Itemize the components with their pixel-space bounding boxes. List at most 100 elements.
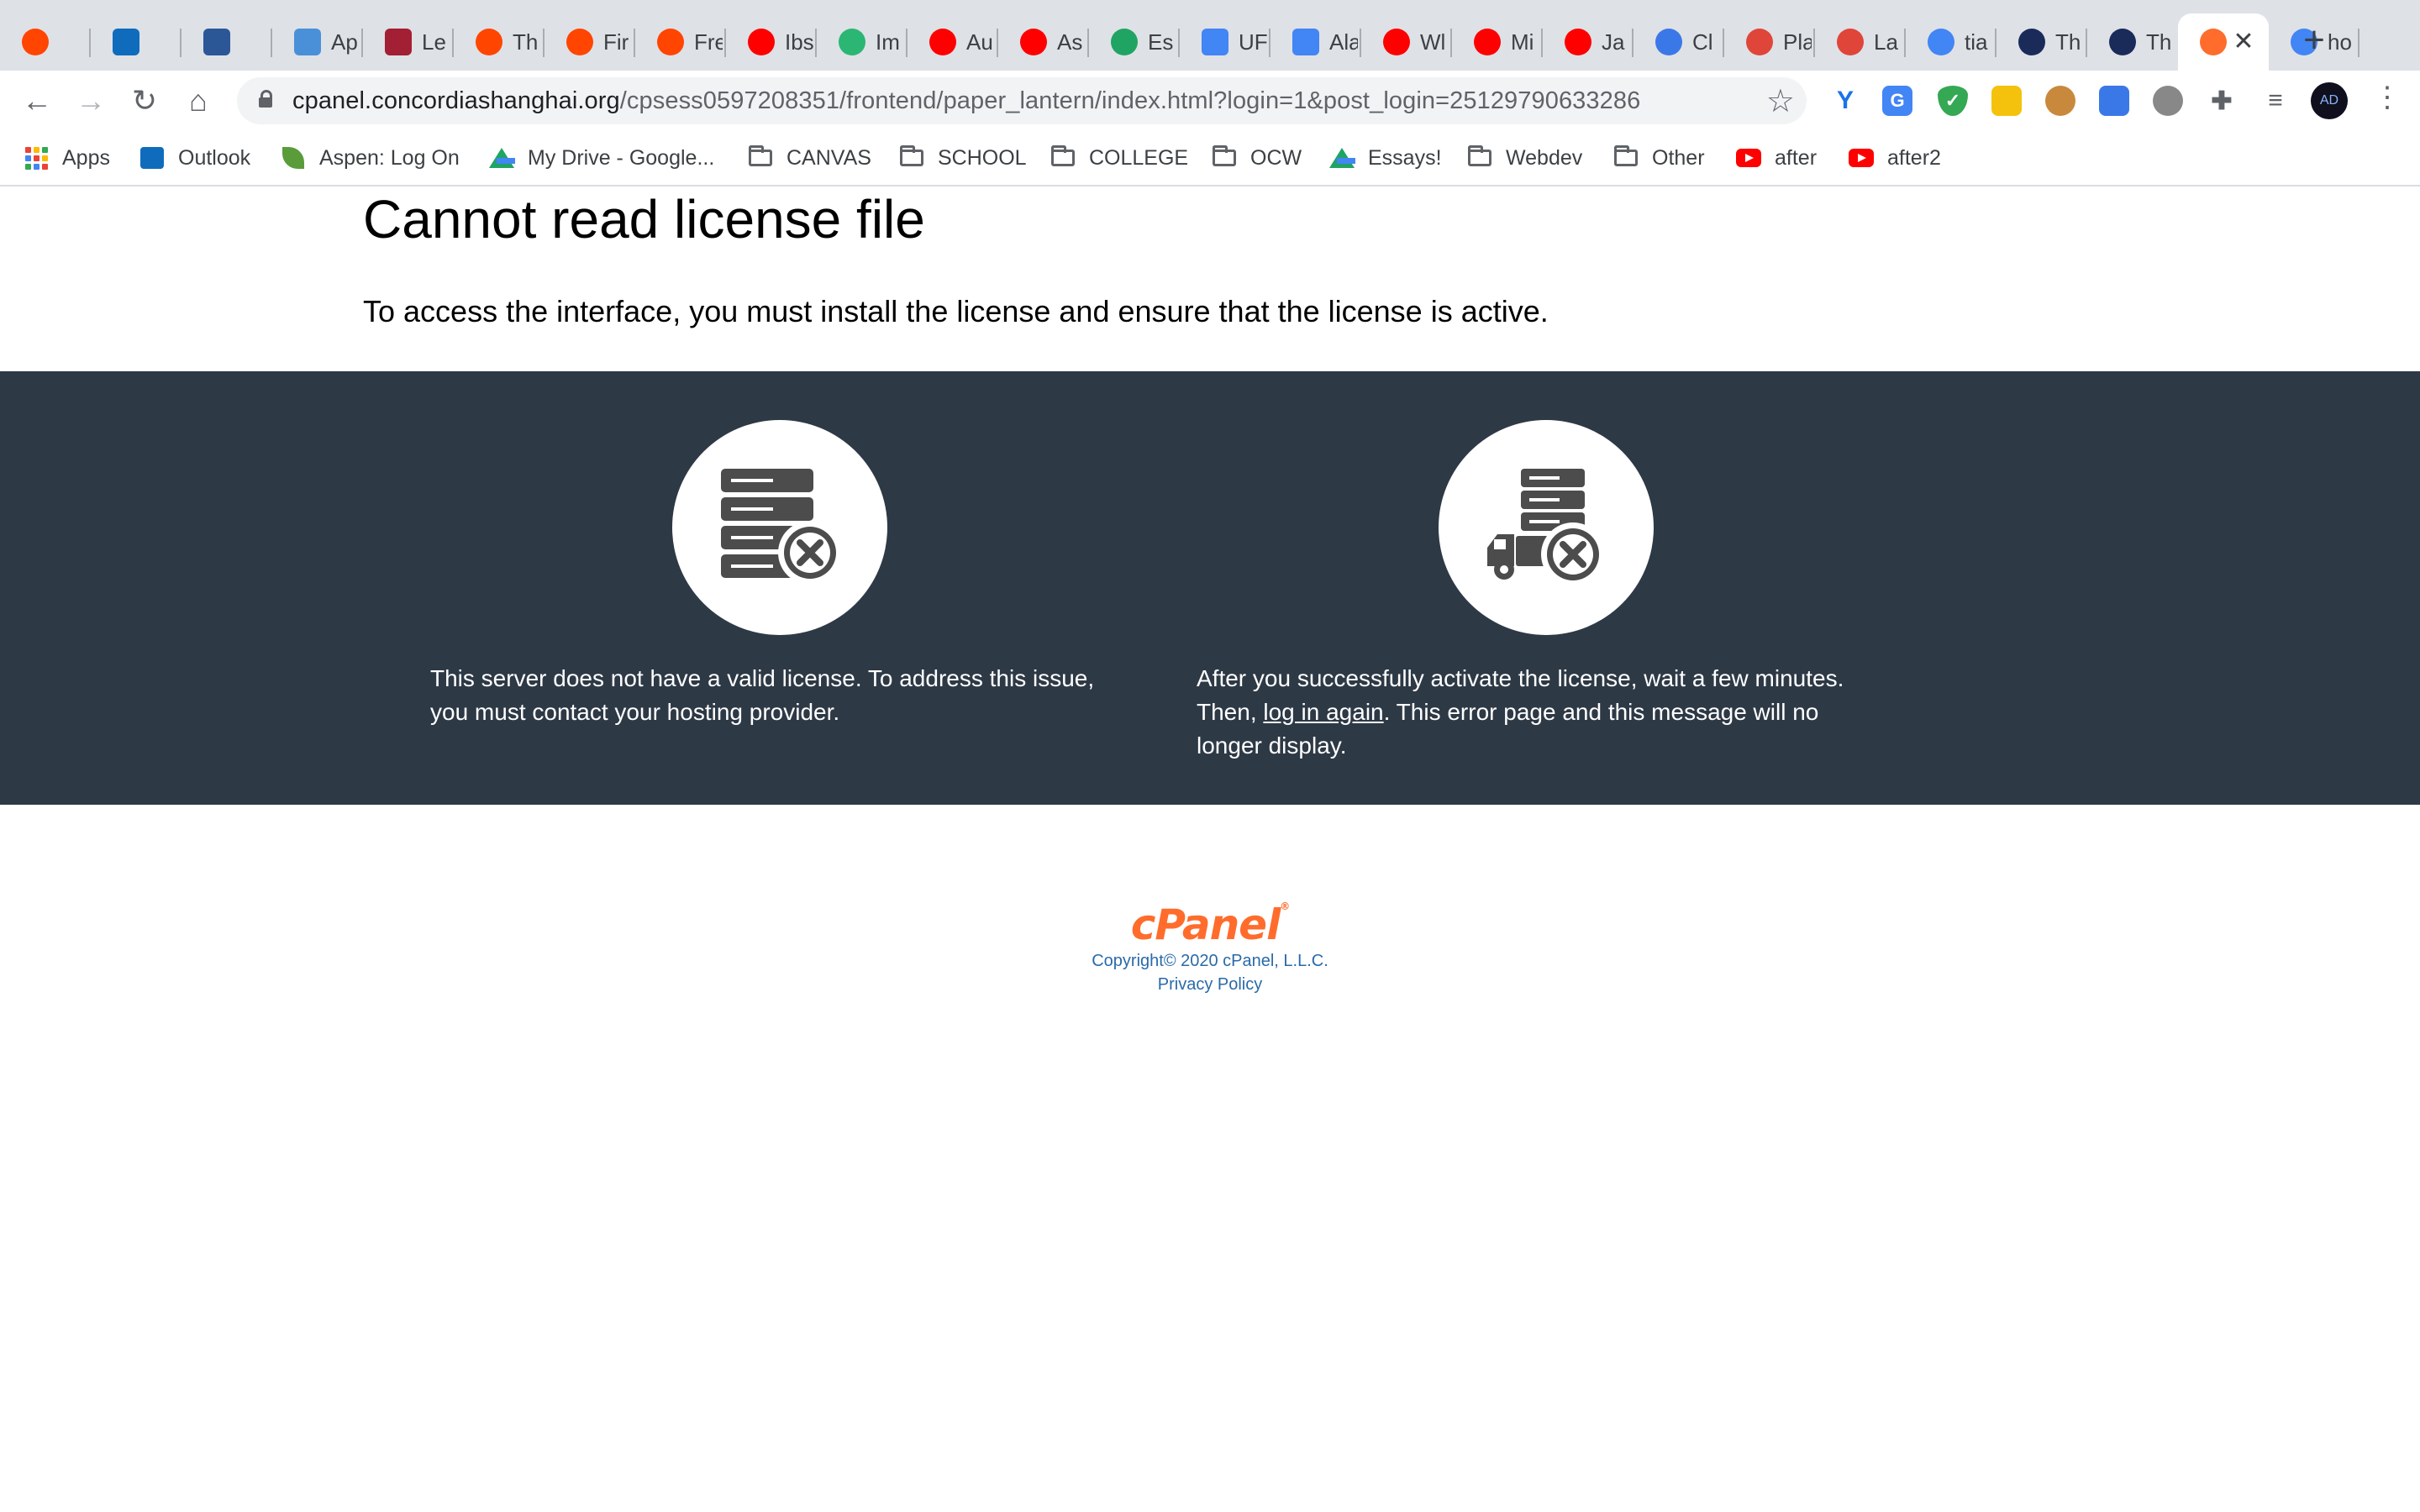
- chrome-menu-icon[interactable]: ⋮: [2373, 81, 2402, 114]
- shield-blue-extension-icon[interactable]: [2099, 86, 2129, 116]
- browser-tab[interactable]: Le: [363, 13, 454, 71]
- tab-title: Le: [422, 29, 446, 55]
- tab-title: Pla: [1783, 29, 1812, 55]
- bookmark-item[interactable]: Essays!: [1329, 143, 1442, 173]
- new-tab-button[interactable]: +: [2296, 22, 2333, 59]
- bookmark-item[interactable]: after2: [1849, 143, 1941, 173]
- browser-tab[interactable]: ✕: [2178, 13, 2269, 71]
- aspen-leaf-icon: [281, 147, 306, 169]
- tab-title: Fir: [603, 29, 629, 55]
- browser-tab[interactable]: Th: [2087, 13, 2178, 71]
- browser-tab[interactable]: Fir: [544, 13, 635, 71]
- browser-tab[interactable]: Ibs: [726, 13, 817, 71]
- browser-tab[interactable]: Au: [908, 13, 998, 71]
- tab-title: La: [1874, 29, 1898, 55]
- browser-tab[interactable]: As: [998, 13, 1089, 71]
- apps-grid-icon: [24, 146, 49, 170]
- page-subtitle: To access the interface, you must instal…: [363, 294, 1549, 328]
- browser-tab[interactable]: Cl: [1634, 13, 1724, 71]
- bookmark-star-icon[interactable]: ☆: [1766, 82, 1795, 120]
- bookmark-item[interactable]: SCHOOL: [899, 143, 1027, 173]
- browser-tab[interactable]: UF: [1180, 13, 1270, 71]
- profile-avatar[interactable]: AD: [2311, 82, 2348, 119]
- browser-tab[interactable]: [0, 13, 91, 71]
- privacy-policy-link[interactable]: Privacy Policy: [1158, 975, 1262, 994]
- youtube-icon: [929, 29, 956, 55]
- bookmark-item[interactable]: Other: [1613, 143, 1705, 173]
- extension-y-icon[interactable]: Y: [1830, 86, 1860, 116]
- reddit-icon: [476, 29, 502, 55]
- media-queue-icon[interactable]: ≡: [2260, 86, 2291, 116]
- youtube-icon: [1383, 29, 1410, 55]
- browser-tab[interactable]: [182, 13, 272, 71]
- browser-tab[interactable]: Wl: [1361, 13, 1452, 71]
- browser-tab[interactable]: Th: [454, 13, 544, 71]
- server-error-icon: [672, 420, 887, 635]
- url-text[interactable]: cpanel.concordiashanghai.org/cpsess05972…: [292, 87, 1640, 115]
- browser-tab[interactable]: tia: [1906, 13, 1996, 71]
- bookmark-item[interactable]: Aspen: Log On: [281, 143, 460, 173]
- lock-icon: [259, 90, 272, 108]
- bookmark-item[interactable]: CANVAS: [748, 143, 871, 173]
- bookmark-item[interactable]: OCW: [1212, 143, 1302, 173]
- browser-tab[interactable]: La: [1815, 13, 1906, 71]
- tab-strip: Ap Le Th Fir Fre Ibs Im Au As Es UF Ala Wl Mi Ja Cl Pla L…: [0, 0, 2420, 71]
- bookmark-label: SCHOOL: [938, 145, 1027, 170]
- home-button[interactable]: ⌂: [178, 81, 218, 121]
- outlook-icon: [139, 147, 165, 169]
- bookmark-item[interactable]: after: [1736, 143, 1817, 173]
- bookmark-item[interactable]: My Drive - Google...: [489, 143, 714, 173]
- forward-button[interactable]: →: [71, 81, 111, 121]
- bookmark-item[interactable]: Webdev: [1467, 143, 1582, 173]
- bookmark-label: Webdev: [1506, 145, 1583, 170]
- left-info-text: This server does not have a valid licens…: [430, 665, 1095, 725]
- bookmark-item[interactable]: Outlook: [139, 143, 250, 173]
- browser-tab[interactable]: Mi: [1452, 13, 1543, 71]
- tab-title: Ja: [1602, 29, 1625, 55]
- folder-icon: [1212, 145, 1237, 169]
- browser-tab[interactable]: Ja: [1543, 13, 1634, 71]
- google-docs-icon: [1202, 29, 1228, 55]
- url-path: /cpsess0597208351/frontend/paper_lantern…: [619, 87, 1641, 114]
- youtube-icon: [1849, 147, 1874, 169]
- youtube-icon: [1020, 29, 1047, 55]
- browser-tab[interactable]: Ap: [272, 13, 363, 71]
- bookmark-label: My Drive - Google...: [528, 145, 715, 170]
- tab-title: Cl: [1692, 29, 1713, 55]
- browser-tab[interactable]: Pla: [1724, 13, 1815, 71]
- bookmark-item[interactable]: COLLEGE: [1050, 143, 1188, 173]
- browser-tab[interactable]: Ala: [1270, 13, 1361, 71]
- bookmark-label: Aspen: Log On: [319, 145, 460, 170]
- browser-tab[interactable]: [91, 13, 182, 71]
- film-extension-icon[interactable]: [2153, 86, 2183, 116]
- log-in-again-link[interactable]: log in again: [1263, 699, 1383, 725]
- typing-app-icon: [294, 29, 321, 55]
- vue-shield-icon: [839, 29, 865, 55]
- back-button[interactable]: ←: [17, 81, 57, 121]
- browser-tab[interactable]: Fre: [635, 13, 726, 71]
- youtube-icon: [1474, 29, 1501, 55]
- bookmark-item[interactable]: Apps: [24, 143, 110, 173]
- browser-tab[interactable]: Es: [1089, 13, 1180, 71]
- address-bar[interactable]: cpanel.concordiashanghai.org/cpsess05972…: [237, 77, 1807, 124]
- outlook-icon: [113, 29, 139, 55]
- google-translate-icon[interactable]: G: [1882, 86, 1912, 116]
- plant-extension-icon[interactable]: [1991, 86, 2022, 116]
- tab-title: tia: [1965, 29, 1988, 55]
- tab-title: Au: [966, 29, 993, 55]
- extensions-puzzle-icon[interactable]: ✚: [2207, 86, 2237, 116]
- browser-tab[interactable]: Th: [1996, 13, 2087, 71]
- bookmark-label: after: [1775, 145, 1818, 170]
- reload-button[interactable]: ↻: [124, 81, 165, 121]
- bookmark-label: Other: [1652, 145, 1705, 170]
- close-tab-icon[interactable]: ✕: [2230, 29, 2257, 55]
- browser-toolbar: ← → ↻ ⌂ cpanel.concordiashanghai.org/cps…: [0, 71, 2420, 131]
- google-drive-icon: [489, 147, 515, 169]
- youtube-icon: [1565, 29, 1591, 55]
- page-title: Cannot read license file: [363, 189, 925, 249]
- shield-extension-icon[interactable]: ✓: [1938, 86, 1968, 116]
- bookmarks-bar: Apps Outlook Aspen: Log On My Drive - Googl…: [0, 131, 2420, 186]
- browser-tab[interactable]: Im: [817, 13, 908, 71]
- tab-title: As: [1057, 29, 1083, 55]
- cookie-extension-icon[interactable]: [2045, 86, 2075, 116]
